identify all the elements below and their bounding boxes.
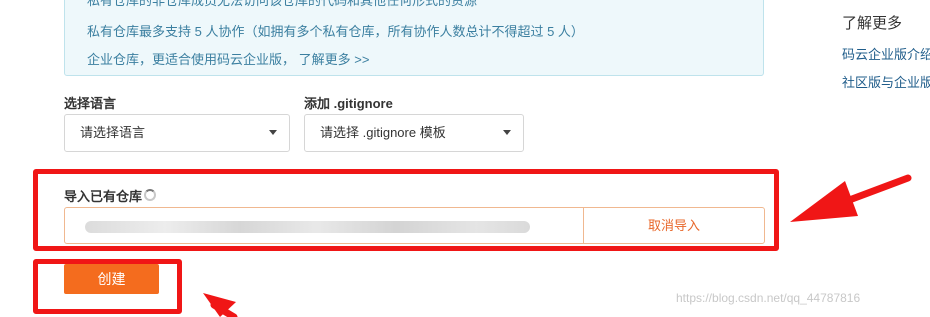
annotation-arrow-right-icon [790,174,912,222]
annotation-arrow-bottom-icon [203,293,238,317]
annotation-arrows [203,174,912,317]
watermark: https://blog.csdn.net/qq_44787816 [676,291,861,305]
